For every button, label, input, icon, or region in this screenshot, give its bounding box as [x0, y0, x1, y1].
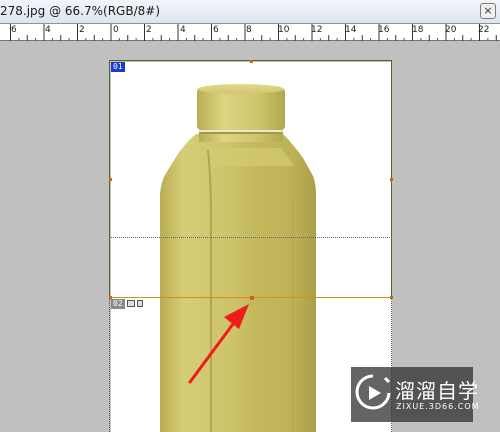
document-title: 278.jpg @ 66.7%(RGB/8#): [0, 4, 161, 18]
close-icon[interactable]: ×: [480, 3, 496, 19]
horizontal-ruler[interactable]: 6 4 2 0 2 4 6 8 10 12 14 16 18 20 22: [0, 24, 500, 41]
ruler-label: 8: [246, 25, 252, 35]
slice-handle[interactable]: [390, 178, 393, 181]
slice-guide-dotted: [111, 237, 392, 238]
slice-label-02: 02: [111, 299, 125, 309]
slice-label-01: 01: [111, 62, 125, 72]
ruler-label: 4: [180, 25, 186, 35]
image-icon: [127, 63, 135, 70]
watermark-url: ZIXUE.3D66.COM: [396, 402, 480, 411]
slice-handle[interactable]: [109, 178, 112, 181]
ruler-label: 6: [213, 25, 219, 35]
ruler-label: 18: [412, 25, 424, 35]
slice-handle-center[interactable]: [250, 296, 254, 300]
slice-handle[interactable]: [390, 296, 393, 299]
ruler-label: 6: [11, 25, 17, 35]
ruler-label: 2: [146, 25, 152, 35]
slice-02-left-edge: [109, 298, 110, 432]
ruler-label: 16: [378, 25, 390, 35]
ruler-label: 10: [278, 25, 290, 35]
link-icon: [137, 300, 143, 307]
ruler-label: 12: [311, 25, 323, 35]
watermark-badge: 溜溜自学 ZIXUE.3D66.COM: [351, 367, 479, 422]
watermark-name: 溜溜自学: [395, 379, 479, 403]
ruler-label: 0: [113, 25, 119, 35]
image-icon: [127, 300, 135, 307]
ruler-label: 2: [79, 25, 85, 35]
slice-handle[interactable]: [250, 60, 253, 63]
ruler-label: 4: [45, 25, 51, 35]
bottle-image: [160, 84, 316, 432]
ruler-label: 20: [445, 25, 457, 35]
image-canvas[interactable]: [111, 62, 392, 432]
ruler-label: 22: [478, 25, 490, 35]
ruler-label: 14: [345, 25, 357, 35]
document-title-bar: 278.jpg @ 66.7%(RGB/8#) ×: [0, 0, 500, 24]
play-logo-icon: [355, 374, 391, 410]
